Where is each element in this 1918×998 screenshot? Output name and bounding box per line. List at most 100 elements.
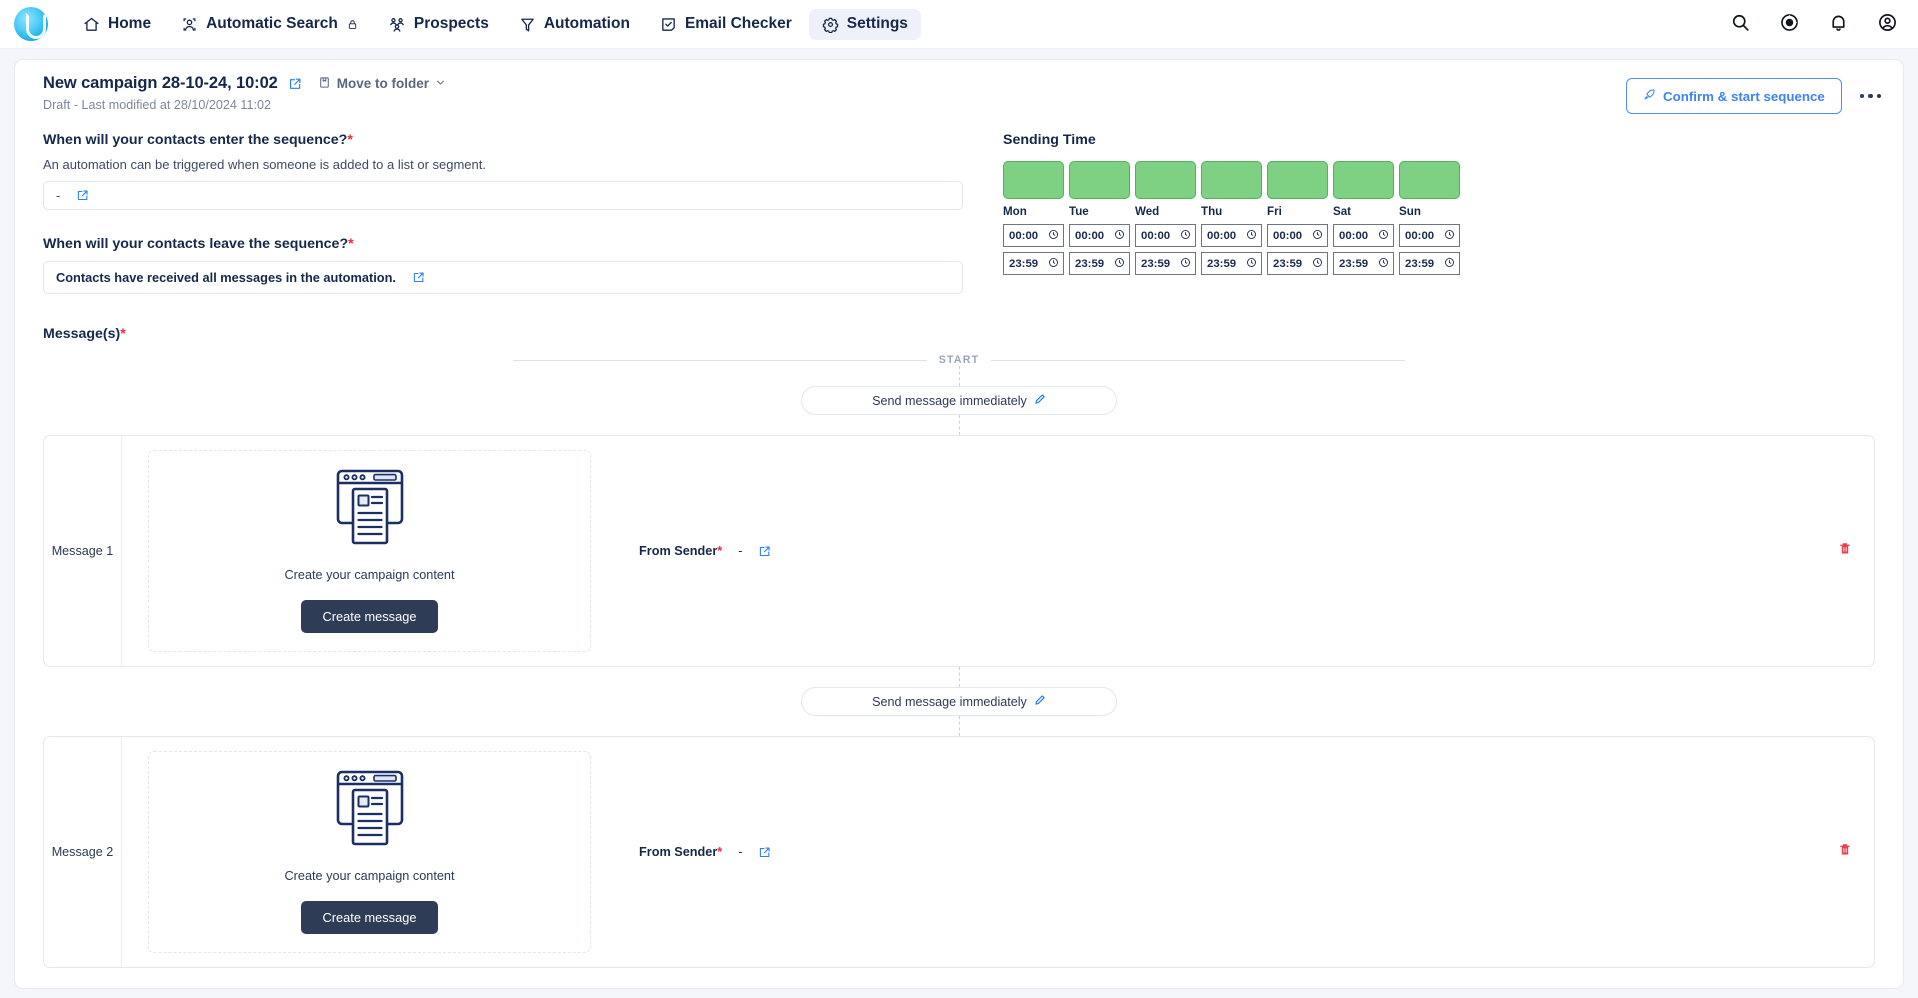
start-time-tue[interactable]: 00:00 bbox=[1069, 224, 1130, 247]
main-nav-items: Home Automatic Search Prospects Automati… bbox=[70, 8, 921, 40]
sending-day-tue: Tue 00:00 23:59 bbox=[1069, 161, 1130, 275]
flow-connector bbox=[958, 415, 960, 435]
campaign-header-left: New campaign 28-10-24, 10:02 Move to fol… bbox=[43, 74, 446, 112]
nav-item-email-checker[interactable]: Email Checker bbox=[647, 9, 805, 40]
leave-sequence-condition-field[interactable]: Contacts have received all messages in t… bbox=[43, 261, 963, 294]
day-label-fri: Fri bbox=[1267, 205, 1282, 218]
day-toggle-thu[interactable] bbox=[1201, 161, 1262, 199]
delay-pill-1[interactable]: Send message immediately bbox=[801, 386, 1117, 415]
messages-section: Message(s)* START Send message immediate… bbox=[15, 326, 1903, 988]
nav-item-automatic-search[interactable]: Automatic Search bbox=[168, 9, 371, 40]
sequence-settings-column: When will your contacts enter the sequen… bbox=[43, 132, 963, 294]
day-toggle-sat[interactable] bbox=[1333, 161, 1394, 199]
create-message-button-1[interactable]: Create message bbox=[300, 600, 439, 633]
start-time-fri[interactable]: 00:00 bbox=[1267, 224, 1328, 247]
delete-message-1-button[interactable] bbox=[1838, 541, 1852, 561]
nav-item-settings[interactable]: Settings bbox=[808, 8, 921, 40]
nav-item-email-checker-label: Email Checker bbox=[684, 15, 792, 33]
edit-icon[interactable] bbox=[758, 846, 771, 859]
check-shield-icon bbox=[660, 16, 677, 33]
sending-time-day-grid: Mon 00:00 23:59 Tue 00:00 23:59 Wed 00:0… bbox=[1003, 161, 1875, 275]
help-circle-icon[interactable] bbox=[1779, 12, 1800, 38]
start-time-thu-value: 00:00 bbox=[1207, 229, 1237, 242]
end-time-mon[interactable]: 23:59 bbox=[1003, 252, 1064, 275]
clock-icon bbox=[1378, 257, 1389, 271]
bell-icon[interactable] bbox=[1828, 12, 1849, 38]
message-1-content: Create your campaign content Create mess… bbox=[122, 436, 771, 666]
campaign-body: When will your contacts enter the sequen… bbox=[15, 124, 1903, 294]
move-to-folder-label: Move to folder bbox=[336, 76, 429, 91]
search-icon[interactable] bbox=[1730, 12, 1751, 38]
create-message-button-2[interactable]: Create message bbox=[300, 901, 439, 934]
delay-pill-2[interactable]: Send message immediately bbox=[801, 687, 1117, 716]
home-icon bbox=[83, 16, 100, 33]
page-title: New campaign 28-10-24, 10:02 bbox=[43, 74, 278, 92]
top-navigation-bar: Home Automatic Search Prospects Automati… bbox=[0, 0, 1918, 49]
sender-label-text: From Sender bbox=[639, 845, 718, 859]
day-toggle-tue[interactable] bbox=[1069, 161, 1130, 199]
delete-message-2-button[interactable] bbox=[1838, 842, 1852, 862]
sending-time-column: Sending Time Mon 00:00 23:59 Tue 00:00 2… bbox=[963, 132, 1875, 294]
message-1-dropzone[interactable]: Create your campaign content Create mess… bbox=[148, 450, 591, 652]
message-2-sender-value: - bbox=[738, 845, 743, 859]
more-options-button[interactable] bbox=[1858, 88, 1883, 104]
end-time-tue[interactable]: 23:59 bbox=[1069, 252, 1130, 275]
start-time-tue-value: 00:00 bbox=[1075, 229, 1105, 242]
enter-sequence-question: When will your contacts enter the sequen… bbox=[43, 132, 963, 148]
edit-icon[interactable] bbox=[288, 77, 302, 91]
day-toggle-mon[interactable] bbox=[1003, 161, 1064, 199]
pencil-icon[interactable] bbox=[1034, 393, 1046, 408]
nav-item-automation[interactable]: Automation bbox=[506, 9, 643, 40]
end-time-sun[interactable]: 23:59 bbox=[1399, 252, 1460, 275]
move-to-folder-button[interactable]: Move to folder bbox=[318, 76, 446, 92]
start-time-thu[interactable]: 00:00 bbox=[1201, 224, 1262, 247]
nav-item-home[interactable]: Home bbox=[70, 9, 164, 40]
end-time-fri-value: 23:59 bbox=[1273, 257, 1303, 270]
end-time-thu[interactable]: 23:59 bbox=[1201, 252, 1262, 275]
day-toggle-wed[interactable] bbox=[1135, 161, 1196, 199]
required-asterisk: * bbox=[348, 236, 354, 252]
browser-document-icon bbox=[330, 768, 410, 855]
day-toggle-fri[interactable] bbox=[1267, 161, 1328, 199]
clock-icon bbox=[1048, 257, 1059, 271]
start-time-sat[interactable]: 00:00 bbox=[1333, 224, 1394, 247]
nav-item-prospects[interactable]: Prospects bbox=[375, 9, 502, 40]
leave-sequence-question-text: When will your contacts leave the sequen… bbox=[43, 236, 349, 252]
start-divider: START bbox=[43, 354, 1875, 366]
lock-icon bbox=[347, 18, 358, 31]
edit-icon[interactable] bbox=[76, 189, 89, 202]
day-toggle-sun[interactable] bbox=[1399, 161, 1460, 199]
nav-item-settings-label: Settings bbox=[846, 15, 908, 33]
funnel-icon bbox=[519, 16, 536, 33]
campaign-header-actions: Confirm & start sequence bbox=[1626, 78, 1883, 114]
enter-sequence-help-text: An automation can be triggered when some… bbox=[43, 157, 486, 172]
brand-logo[interactable] bbox=[14, 7, 48, 41]
clock-icon bbox=[1378, 229, 1389, 243]
required-asterisk: * bbox=[717, 544, 723, 558]
pencil-icon[interactable] bbox=[1034, 694, 1046, 709]
edit-icon[interactable] bbox=[412, 271, 425, 284]
message-1-label: Message 1 bbox=[44, 436, 122, 666]
clock-icon bbox=[1114, 229, 1125, 243]
end-time-mon-value: 23:59 bbox=[1009, 257, 1039, 270]
start-time-mon[interactable]: 00:00 bbox=[1003, 224, 1064, 247]
start-time-sun[interactable]: 00:00 bbox=[1399, 224, 1460, 247]
enter-sequence-trigger-field[interactable]: - bbox=[43, 181, 963, 210]
day-label-wed: Wed bbox=[1135, 205, 1160, 218]
flow-connector bbox=[958, 667, 960, 687]
start-time-wed[interactable]: 00:00 bbox=[1135, 224, 1196, 247]
day-label-tue: Tue bbox=[1069, 205, 1089, 218]
edit-icon[interactable] bbox=[758, 545, 771, 558]
account-icon[interactable] bbox=[1877, 12, 1898, 38]
message-1-sender-label: From Sender* bbox=[639, 544, 722, 558]
end-time-fri[interactable]: 23:59 bbox=[1267, 252, 1328, 275]
campaign-header: New campaign 28-10-24, 10:02 Move to fol… bbox=[15, 60, 1903, 124]
end-time-sun-value: 23:59 bbox=[1405, 257, 1435, 270]
message-2-dropzone[interactable]: Create your campaign content Create mess… bbox=[148, 751, 591, 953]
rocket-icon bbox=[1643, 88, 1656, 104]
message-card-2: Message 2 Create your campaign content C… bbox=[43, 736, 1875, 968]
end-time-sat-value: 23:59 bbox=[1339, 257, 1369, 270]
end-time-sat[interactable]: 23:59 bbox=[1333, 252, 1394, 275]
end-time-wed[interactable]: 23:59 bbox=[1135, 252, 1196, 275]
confirm-start-sequence-button[interactable]: Confirm & start sequence bbox=[1626, 78, 1842, 114]
